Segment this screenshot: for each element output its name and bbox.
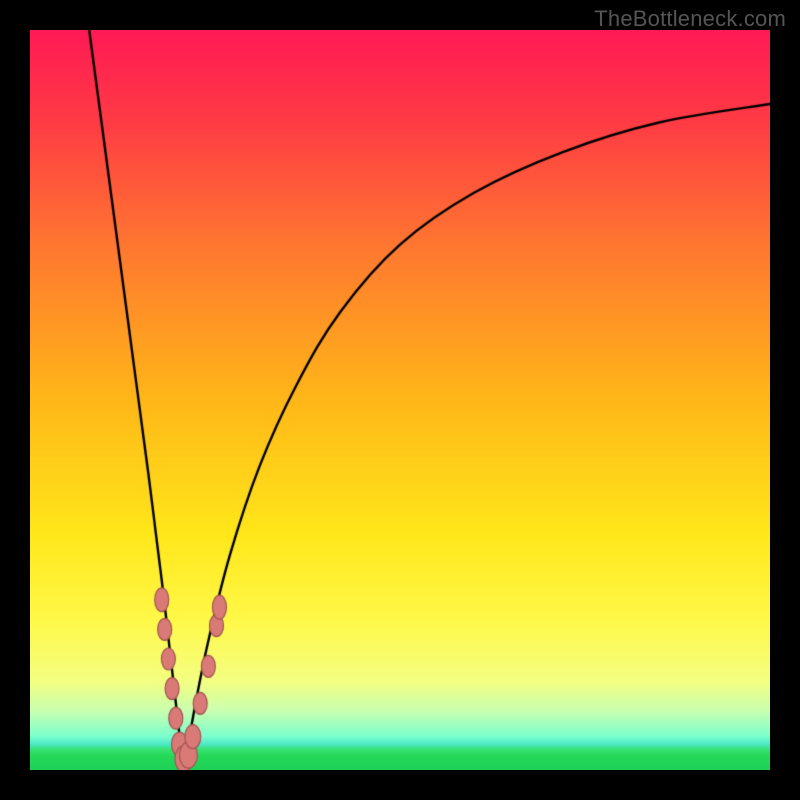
watermark-label: TheBottleneck.com: [594, 6, 786, 32]
chart-outer-frame: TheBottleneck.com: [0, 0, 800, 800]
bottleneck-plot-area: [30, 30, 770, 770]
